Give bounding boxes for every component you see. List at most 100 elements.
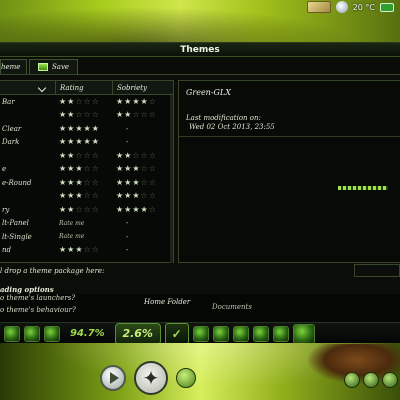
star-rating[interactable]: ★ ★ ★ ☆ ☆: [116, 178, 156, 187]
star-icon[interactable]: ★: [75, 246, 82, 254]
star-icon[interactable]: ★: [59, 151, 66, 160]
star-icon[interactable]: ★: [116, 165, 123, 173]
star-icon[interactable]: ★: [59, 165, 66, 173]
star-icon[interactable]: ☆: [141, 192, 148, 200]
star-icon[interactable]: ★: [116, 205, 123, 214]
star-icon[interactable]: ★: [59, 97, 66, 106]
gear-icon[interactable]: [4, 325, 20, 342]
theme-row[interactable]: nd ★ ★ ★ ☆ ☆ -: [0, 244, 173, 258]
star-icon[interactable]: ★: [67, 111, 74, 119]
star-icon[interactable]: ★: [67, 165, 74, 173]
mail-icon[interactable]: [232, 325, 249, 342]
star-icon[interactable]: ★: [84, 124, 91, 133]
star-icon[interactable]: ★: [124, 111, 131, 119]
theme-row[interactable]: ★ ★ ★ ☆ ☆ ★ ★ ★ ☆ ☆: [0, 190, 173, 204]
option-launchers[interactable]: o theme's launchers?: [0, 294, 75, 302]
music-icon[interactable]: [192, 325, 209, 342]
trash-icon[interactable]: [292, 323, 315, 344]
star-icon[interactable]: ★: [59, 124, 66, 133]
star-icon[interactable]: ☆: [84, 165, 91, 173]
star-icon[interactable]: ★: [84, 138, 91, 146]
star-icon[interactable]: ☆: [92, 178, 99, 187]
star-icon[interactable]: ☆: [149, 205, 156, 214]
star-icon[interactable]: ★: [59, 138, 66, 146]
theme-row[interactable]: ★ ★ ☆ ☆ ☆ ★ ★ ☆ ☆ ☆: [0, 109, 173, 123]
star-icon[interactable]: ☆: [84, 111, 91, 119]
globe-icon[interactable]: [24, 325, 40, 342]
star-icon[interactable]: ★: [67, 124, 74, 133]
picture-icon[interactable]: [306, 1, 331, 13]
star-icon[interactable]: ★: [132, 205, 139, 214]
star-icon[interactable]: ☆: [75, 151, 82, 160]
rate-me-label[interactable]: Rate me: [59, 233, 84, 240]
star-icon[interactable]: ★: [132, 97, 139, 106]
star-icon[interactable]: ☆: [132, 111, 139, 119]
documents-button[interactable]: ✓: [164, 322, 189, 345]
star-icon[interactable]: ★: [116, 151, 123, 160]
star-rating[interactable]: ★ ★ ☆ ☆ ☆: [116, 151, 156, 160]
star-icon[interactable]: ☆: [149, 151, 156, 160]
star-icon[interactable]: ☆: [132, 151, 139, 160]
star-icon[interactable]: ★: [67, 97, 74, 106]
star-rating[interactable]: ★ ★ ★ ☆ ☆: [59, 192, 99, 200]
star-rating[interactable]: ★ ★ ★ ☆ ☆: [116, 192, 156, 200]
play-icon[interactable]: [100, 365, 126, 391]
star-icon[interactable]: ★: [67, 205, 74, 214]
theme-row[interactable]: ★ ★ ☆ ☆ ☆ ★ ★ ☆ ☆ ☆: [0, 149, 173, 163]
star-rating[interactable]: ★ ★ ☆ ☆ ☆: [59, 97, 99, 106]
weather-icon[interactable]: [335, 1, 348, 13]
star-icon[interactable]: ☆: [141, 165, 148, 173]
star-icon[interactable]: ★: [67, 138, 74, 146]
star-rating[interactable]: ★ ★ ☆ ☆ ☆: [59, 205, 99, 214]
star-icon[interactable]: ☆: [149, 192, 156, 200]
star-icon[interactable]: ★: [124, 192, 131, 200]
chat-icon[interactable]: [252, 325, 269, 342]
star-rating[interactable]: ★ ★ ★ ★ ☆: [116, 97, 156, 106]
star-icon[interactable]: ★: [132, 192, 139, 200]
star-rating[interactable]: ★ ★ ★ ☆ ☆: [116, 165, 156, 173]
theme-row[interactable]: lt-Single Rate me -: [0, 230, 173, 244]
star-icon[interactable]: ★: [124, 97, 131, 106]
star-icon[interactable]: ★: [59, 192, 66, 200]
video-icon[interactable]: [212, 325, 229, 342]
theme-row[interactable]: e-Round ★ ★ ★ ☆ ☆ ★ ★ ★ ☆ ☆: [0, 176, 173, 190]
star-icon[interactable]: ★: [116, 178, 123, 187]
theme-row[interactable]: Clear ★ ★ ★ ★ ★ -: [0, 122, 173, 136]
star-icon[interactable]: ☆: [84, 246, 91, 254]
column-header-rating[interactable]: Rating: [56, 81, 113, 94]
star-icon[interactable]: ★: [75, 138, 82, 146]
battery-icon[interactable]: [380, 2, 394, 12]
column-header-name[interactable]: [0, 81, 56, 94]
theme-row[interactable]: lt-Panel Rate me -: [0, 217, 173, 231]
star-rating[interactable]: ★ ★ ☆ ☆ ☆: [116, 111, 156, 119]
star-rating[interactable]: ★ ★ ★ ★ ☆: [116, 205, 156, 214]
star-icon[interactable]: ☆: [75, 111, 82, 119]
theme-list-scrollbar[interactable]: [170, 95, 173, 263]
star-icon[interactable]: ★: [75, 124, 82, 133]
star-icon[interactable]: ☆: [92, 97, 99, 106]
star-rating[interactable]: ★ ★ ★ ☆ ☆: [59, 246, 99, 254]
star-icon[interactable]: ★: [75, 165, 82, 173]
star-icon[interactable]: ★: [75, 178, 82, 187]
network-icon[interactable]: [344, 372, 360, 388]
star-rating[interactable]: ★ ★ ★ ☆ ☆: [59, 165, 99, 173]
drop-package-target[interactable]: [354, 264, 400, 277]
theme-row[interactable]: Dark ★ ★ ★ ★ ★ -: [0, 136, 173, 150]
star-icon[interactable]: ★: [59, 178, 66, 187]
star-icon[interactable]: ★: [67, 178, 74, 187]
star-icon[interactable]: ☆: [92, 151, 99, 160]
gnome-foot-icon[interactable]: ✦: [134, 361, 168, 395]
star-icon[interactable]: ☆: [75, 205, 82, 214]
theme-row[interactable]: ry ★ ★ ☆ ☆ ☆ ★ ★ ★ ★ ☆: [0, 203, 173, 217]
star-icon[interactable]: ☆: [84, 178, 91, 187]
star-icon[interactable]: ☆: [92, 192, 99, 200]
star-rating[interactable]: ★ ★ ★ ☆ ☆: [59, 178, 99, 187]
star-icon[interactable]: ☆: [84, 97, 91, 106]
star-icon[interactable]: ★: [67, 246, 74, 254]
star-icon[interactable]: ☆: [92, 111, 99, 119]
star-icon[interactable]: ★: [132, 178, 139, 187]
star-icon[interactable]: ★: [92, 138, 99, 146]
title-bar[interactable]: Themes: [0, 43, 400, 57]
star-icon[interactable]: ☆: [75, 97, 82, 106]
star-icon[interactable]: ☆: [149, 111, 156, 119]
